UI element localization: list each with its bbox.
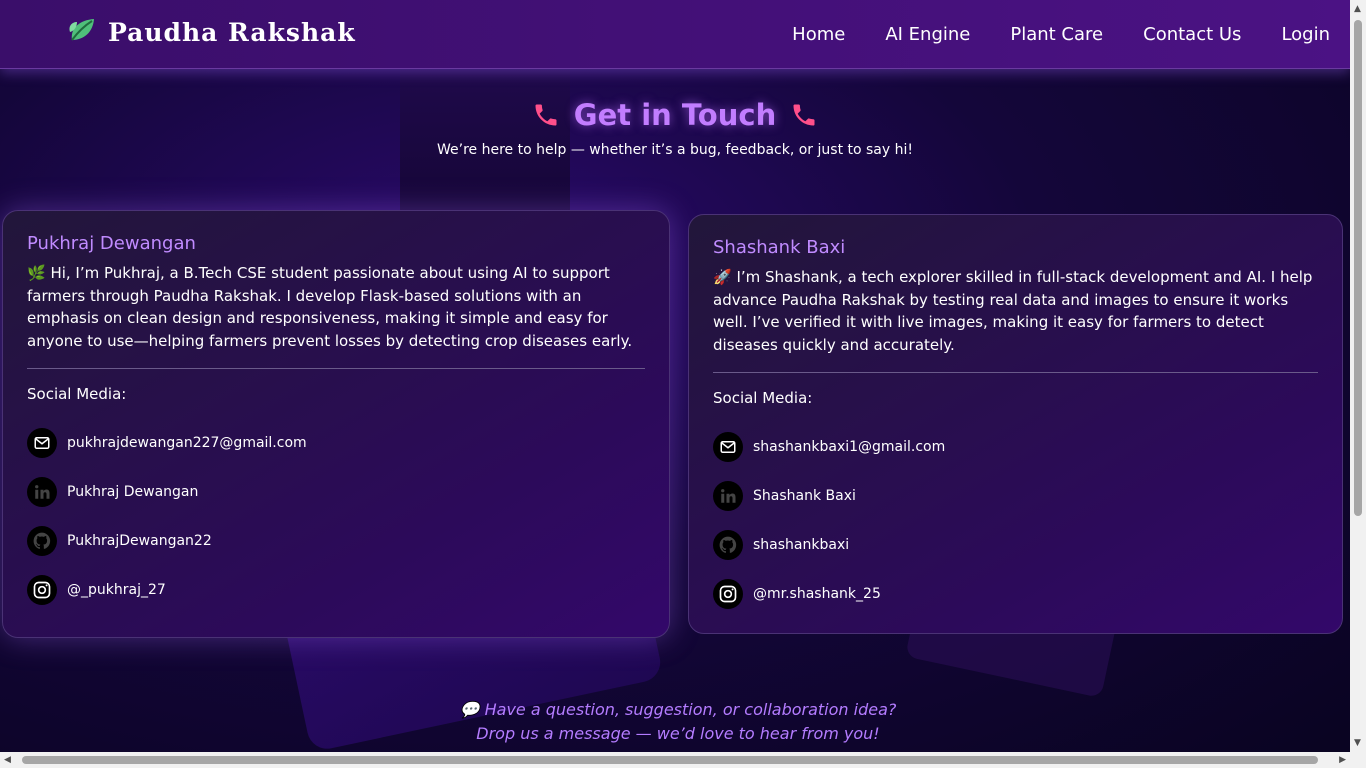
linkedin-icon — [27, 477, 57, 507]
nav-link-home[interactable]: Home — [792, 24, 845, 45]
linkedin-icon — [713, 481, 743, 511]
instagram-icon — [713, 579, 743, 609]
github-icon — [27, 526, 57, 556]
card-bio: 🚀 I’m Shashank, a tech explorer skilled … — [713, 268, 1313, 354]
scroll-down-arrow-icon[interactable]: ▼ — [1354, 738, 1361, 748]
footer-line: Drop us a message — we’d love to hear fr… — [476, 724, 880, 743]
github-link[interactable]: shashankbaxi — [753, 537, 849, 553]
card-name: Shashank Baxi — [713, 237, 846, 258]
social-title: Social Media: — [27, 385, 127, 403]
horizontal-scrollbar[interactable]: ◀ ▶ — [0, 752, 1366, 768]
email-link[interactable]: pukhrajdewangan227@gmail.com — [67, 435, 307, 451]
contact-card-shashank: Shashank Baxi 🚀 I’m Shashank, a tech exp… — [688, 214, 1343, 634]
scroll-right-arrow-icon[interactable]: ▶ — [1339, 755, 1346, 765]
social-title: Social Media: — [713, 389, 813, 407]
card-bio: 🌿 Hi, I’m Pukhraj, a B.Tech CSE student … — [27, 264, 633, 350]
nav-link-contact-us[interactable]: Contact Us — [1143, 24, 1241, 45]
nav-link-login[interactable]: Login — [1281, 24, 1330, 45]
social-item-github[interactable]: PukhrajDewangan22 — [27, 523, 645, 559]
mail-icon — [27, 428, 57, 458]
contact-card-pukhraj: Pukhraj Dewangan 🌿 Hi, I’m Pukhraj, a B.… — [2, 210, 670, 638]
vertical-scroll-thumb[interactable] — [1354, 20, 1362, 516]
brand-title: Paudha Rakshak — [108, 17, 356, 47]
github-icon — [713, 530, 743, 560]
social-item-linkedin[interactable]: Shashank Baxi — [713, 478, 1318, 514]
mail-icon — [713, 432, 743, 462]
contact-header: Get in Touch We’re here to help — whethe… — [0, 98, 1350, 158]
instagram-icon — [27, 575, 57, 605]
social-item-linkedin[interactable]: Pukhraj Dewangan — [27, 474, 645, 510]
nav-links: Home AI Engine Plant Care Contact Us Log… — [792, 24, 1330, 45]
brand[interactable]: Paudha Rakshak — [66, 14, 356, 50]
footer-line: 💬 Have a question, suggestion, or collab… — [459, 700, 897, 719]
horizontal-scroll-thumb[interactable] — [22, 756, 1318, 764]
github-link[interactable]: PukhrajDewangan22 — [67, 533, 212, 549]
social-item-github[interactable]: shashankbaxi — [713, 527, 1318, 563]
instagram-link[interactable]: @_pukhraj_27 — [67, 582, 166, 598]
phone-icon — [532, 101, 560, 129]
scroll-up-arrow-icon[interactable]: ▲ — [1354, 4, 1361, 14]
page-title: Get in Touch — [573, 98, 777, 132]
social-item-instagram[interactable]: @_pukhraj_27 — [27, 572, 645, 608]
scroll-left-arrow-icon[interactable]: ◀ — [4, 755, 11, 765]
social-item-email[interactable]: shashankbaxi1@gmail.com — [713, 429, 1318, 465]
page-title-row: Get in Touch — [0, 98, 1350, 132]
nav-link-plant-care[interactable]: Plant Care — [1010, 24, 1103, 45]
navbar: Paudha Rakshak Home AI Engine Plant Care… — [0, 0, 1350, 69]
footer-message: 💬 Have a question, suggestion, or collab… — [0, 698, 1356, 746]
linkedin-link[interactable]: Pukhraj Dewangan — [67, 484, 198, 500]
social-item-instagram[interactable]: @mr.shashank_25 — [713, 576, 1318, 612]
page-subtitle: We’re here to help — whether it’s a bug,… — [437, 142, 913, 158]
leaf-logo-icon — [66, 14, 98, 50]
linkedin-link[interactable]: Shashank Baxi — [753, 488, 856, 504]
nav-link-ai-engine[interactable]: AI Engine — [885, 24, 970, 45]
divider — [713, 372, 1318, 373]
card-name: Pukhraj Dewangan — [27, 233, 196, 254]
social-item-email[interactable]: pukhrajdewangan227@gmail.com — [27, 425, 645, 461]
divider — [27, 368, 645, 369]
instagram-link[interactable]: @mr.shashank_25 — [753, 586, 881, 602]
phone-icon — [790, 101, 818, 129]
vertical-scrollbar[interactable]: ▲ ▼ — [1350, 0, 1366, 752]
email-link[interactable]: shashankbaxi1@gmail.com — [753, 439, 945, 455]
